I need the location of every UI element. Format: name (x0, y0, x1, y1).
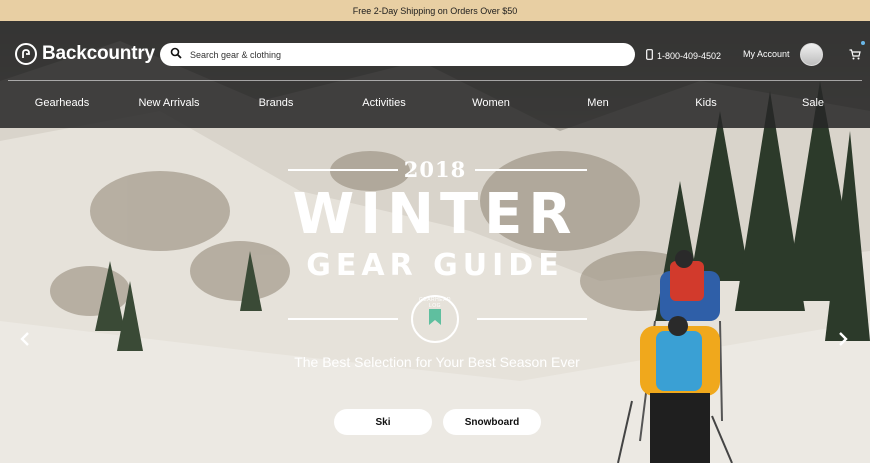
hero-title-winter: WINTER (292, 182, 578, 247)
nav-item-men[interactable]: Men (587, 97, 608, 109)
phone-link[interactable]: 1-800-409-4502 (646, 49, 721, 62)
nav-item-activities[interactable]: Activities (362, 97, 405, 109)
snowboard-button[interactable]: Snowboard (443, 409, 541, 435)
avatar[interactable] (800, 43, 823, 66)
carousel-prev-button[interactable] (20, 331, 30, 352)
promo-text: Free 2-Day Shipping on Orders Over $50 (352, 5, 518, 16)
chevron-left-icon (20, 332, 29, 346)
main-nav: Gearheads New Arrivals Brands Activities… (0, 82, 870, 128)
badge-label: GEARHEAD LOG (418, 297, 452, 309)
my-account-link[interactable]: My Account (743, 49, 790, 59)
search-bar[interactable] (160, 43, 635, 66)
nav-item-gearheads[interactable]: Gearheads (35, 97, 89, 109)
nav-item-kids[interactable]: Kids (695, 97, 716, 109)
search-input[interactable] (190, 49, 610, 60)
hero-subtitle: The Best Selection for Your Best Season … (294, 354, 580, 370)
hero-title-gear-guide: GEAR GUIDE (306, 248, 564, 283)
phone-number: 1-800-409-4502 (657, 50, 722, 61)
header-divider (8, 80, 862, 81)
badge-rule-left (288, 318, 398, 320)
nav-item-new-arrivals[interactable]: New Arrivals (138, 97, 199, 109)
nav-item-sale[interactable]: Sale (802, 97, 824, 109)
chevron-right-icon (839, 332, 848, 346)
site-header: Backcountry 1-800-409-4502 My Account Ge… (0, 21, 870, 128)
search-icon (170, 46, 182, 64)
phone-icon (646, 49, 653, 62)
logo[interactable]: Backcountry (15, 43, 155, 65)
nav-item-brands[interactable]: Brands (259, 97, 294, 109)
cart-icon[interactable] (849, 47, 861, 65)
goat-logo-icon (15, 43, 37, 65)
ski-button[interactable]: Ski (334, 409, 432, 435)
carousel-next-button[interactable] (838, 331, 848, 352)
bookmark-icon (428, 308, 442, 331)
cart-badge (861, 41, 865, 45)
hero-year: 2018 (403, 157, 467, 182)
promo-banner: Free 2-Day Shipping on Orders Over $50 (0, 0, 870, 21)
nav-item-women[interactable]: Women (472, 97, 510, 109)
badge-rule-right (477, 318, 587, 320)
logo-text: Backcountry (42, 43, 155, 64)
